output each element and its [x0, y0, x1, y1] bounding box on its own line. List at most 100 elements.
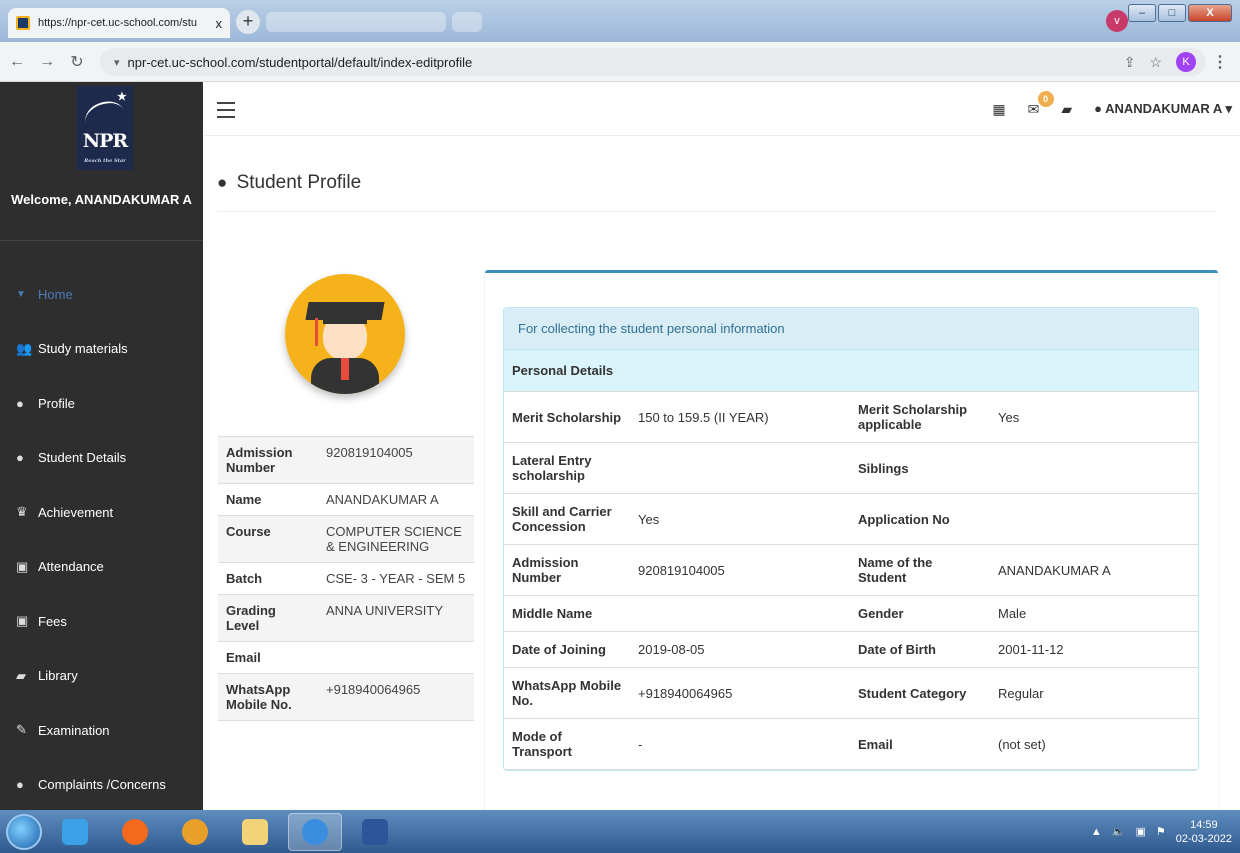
back-icon[interactable]: ← — [4, 53, 30, 71]
firefox-icon — [122, 818, 148, 845]
trophy-icon: ♛ — [16, 504, 28, 520]
sidebar: ★ NPR Reach the Star Welcome, ANANDAKUMA… — [0, 82, 203, 810]
sidebar-item-examination[interactable]: ✎ Examination — [0, 703, 203, 758]
sidebar-item-achievement[interactable]: ♛ Achievement — [0, 485, 203, 540]
folder-icon — [242, 818, 268, 845]
section-title: Personal Details — [504, 350, 1198, 392]
navbar-icons: ▦ ✉ 0 ▰ ● ANANDAKUMAR A ▾ — [992, 82, 1232, 136]
user-icon: ● — [16, 450, 24, 466]
sidebar-item-home[interactable]: ▼ Home — [0, 267, 203, 322]
taskbar-app-paint[interactable] — [48, 813, 102, 851]
clock-date: 02-03-2022 — [1175, 832, 1232, 845]
taskbar-app-chrome-profile[interactable] — [288, 812, 342, 851]
forward-icon[interactable]: → — [34, 53, 60, 71]
sidebar-item-label: Fees — [38, 613, 67, 629]
book-icon: ▰ — [16, 667, 26, 683]
taskbar-app-firefox[interactable] — [108, 813, 162, 851]
chrome-profile-icon — [302, 818, 328, 845]
url-text[interactable]: npr-cet.uc-school.com/studentportal/defa… — [128, 55, 473, 70]
calendar-icon[interactable]: ▦ — [992, 101, 1005, 118]
user-icon: ● — [1094, 101, 1102, 116]
site-favicon-icon — [16, 16, 30, 30]
url-input[interactable]: ▾ npr-cet.uc-school.com/studentportal/de… — [100, 48, 1206, 76]
chevron-down-icon[interactable]: ▾ — [114, 56, 120, 69]
browser-menu-icon[interactable]: ⋮ — [1212, 52, 1228, 72]
background-tab-2[interactable] — [452, 12, 482, 32]
sidebar-item-label: Profile — [38, 395, 75, 411]
sidebar-item-study-materials[interactable]: 👥 Study materials — [0, 322, 203, 377]
sidebar-divider — [0, 240, 203, 241]
table-row: Admission Number 920819104005 Name of the … — [504, 545, 1198, 596]
personal-details-panel: For collecting the student personal info… — [485, 270, 1218, 810]
welcome-text: Welcome, ANANDAKUMAR A — [11, 192, 192, 207]
clock-time: 14:59 — [1190, 818, 1218, 831]
table-row: Middle Name Gender Male — [504, 596, 1198, 632]
student-avatar — [285, 274, 405, 394]
table-row: Email — [218, 642, 474, 674]
sidebar-item-label: Study materials — [38, 341, 128, 357]
logo-star-icon: ★ — [117, 90, 127, 103]
table-row: Course COMPUTER SCIENCE & ENGINEERING — [218, 516, 474, 563]
sidebar-item-complaints[interactable]: ● Complaints /Concerns — [0, 758, 203, 813]
logo-tagline: Reach the Star — [84, 158, 126, 164]
sidebar-item-attendance[interactable]: ▣ Attendance — [0, 540, 203, 595]
tab-close-button[interactable]: x — [216, 16, 223, 31]
maximize-button[interactable]: □ — [1158, 4, 1186, 22]
start-button-icon[interactable] — [6, 813, 42, 850]
address-bar-row: ← → ↻ ▾ npr-cet.uc-school.com/studentpor… — [0, 42, 1240, 82]
book-icon[interactable]: ▰ — [1061, 101, 1072, 118]
chrome-icon — [182, 818, 208, 845]
sidebar-item-student-details[interactable]: ● Student Details — [0, 431, 203, 486]
profile-avatar[interactable]: K — [1176, 52, 1196, 72]
money-icon: ▣ — [16, 613, 29, 629]
sidebar-item-library[interactable]: ▰ Library — [0, 649, 203, 704]
table-row: Date of Joining 2019-08-05 Date of Birth 20… — [504, 632, 1198, 668]
reload-icon[interactable]: ↻ — [64, 52, 90, 72]
user-menu[interactable]: ● ANANDAKUMAR A ▾ — [1094, 101, 1232, 117]
clock[interactable]: 14:59 02-03-2022 — [1176, 818, 1232, 846]
paint-icon — [62, 818, 88, 845]
main-content: ● Student Profile Admission Number 920819… — [203, 136, 1240, 810]
table-row: WhatsApp Mobile No. +918940064965 — [218, 674, 474, 721]
flag-icon[interactable]: ⚑ — [1156, 825, 1166, 838]
npr-logo: ★ NPR Reach the Star — [77, 86, 133, 170]
user-icon: ● — [217, 173, 228, 192]
taskbar-app-chrome[interactable] — [168, 813, 222, 851]
comment-icon: ● — [16, 777, 24, 793]
table-row: Batch CSE- 3 - YEAR - SEM 5 — [218, 563, 474, 595]
taskbar-app-word[interactable] — [348, 813, 402, 851]
notification-badge: 0 — [1037, 90, 1054, 107]
sidebar-item-profile[interactable]: ● Profile — [0, 376, 203, 431]
page-title: Student Profile — [236, 172, 362, 193]
sidebar-item-label: Home — [38, 286, 73, 302]
new-tab-button[interactable]: + — [236, 10, 260, 34]
taskbar-app-explorer[interactable] — [228, 813, 282, 851]
network-icon[interactable]: ▣ — [1135, 825, 1145, 838]
hamburger-menu-icon[interactable] — [217, 102, 235, 123]
bookmark-star-icon[interactable]: ☆ — [1149, 54, 1162, 71]
profile-summary-table: Admission Number 920819104005 Name ANANDAK… — [218, 436, 474, 721]
tray-expand-icon[interactable]: ▲ — [1091, 826, 1102, 838]
users-icon: 👥 — [16, 340, 33, 356]
share-icon[interactable]: ⇪ — [1124, 54, 1136, 71]
sidebar-item-fees[interactable]: ▣ Fees — [0, 594, 203, 649]
sidebar-item-label: Achievement — [38, 504, 114, 520]
top-navbar: ▦ ✉ 0 ▰ ● ANANDAKUMAR A ▾ — [203, 82, 1240, 136]
browser-tab[interactable]: https://npr-cet.uc-school.com/stu x — [8, 8, 230, 38]
minimize-button[interactable]: – — [1128, 4, 1156, 22]
messages-icon[interactable]: ✉ 0 — [1028, 90, 1054, 118]
volume-icon[interactable]: 🔈 — [1112, 825, 1126, 838]
user-name[interactable]: ANANDAKUMAR A — [1105, 101, 1222, 116]
tab-title: https://npr-cet.uc-school.com/stu — [38, 17, 197, 29]
table-row: Skill and Carrier Concession Yes Applicati… — [504, 494, 1198, 545]
tab-search-button[interactable]: v — [1106, 10, 1128, 32]
sidebar-item-label: Student Details — [38, 450, 127, 466]
table-row: Admission Number 920819104005 — [218, 437, 474, 484]
caret-down-icon: ▾ — [1225, 101, 1232, 116]
close-window-button[interactable]: X — [1188, 4, 1232, 22]
page-header: ● Student Profile — [217, 172, 1217, 212]
user-icon: ● — [16, 395, 24, 411]
sidebar-item-label: Attendance — [38, 559, 104, 575]
money-icon: ▣ — [16, 558, 29, 574]
background-tab[interactable] — [266, 12, 446, 32]
